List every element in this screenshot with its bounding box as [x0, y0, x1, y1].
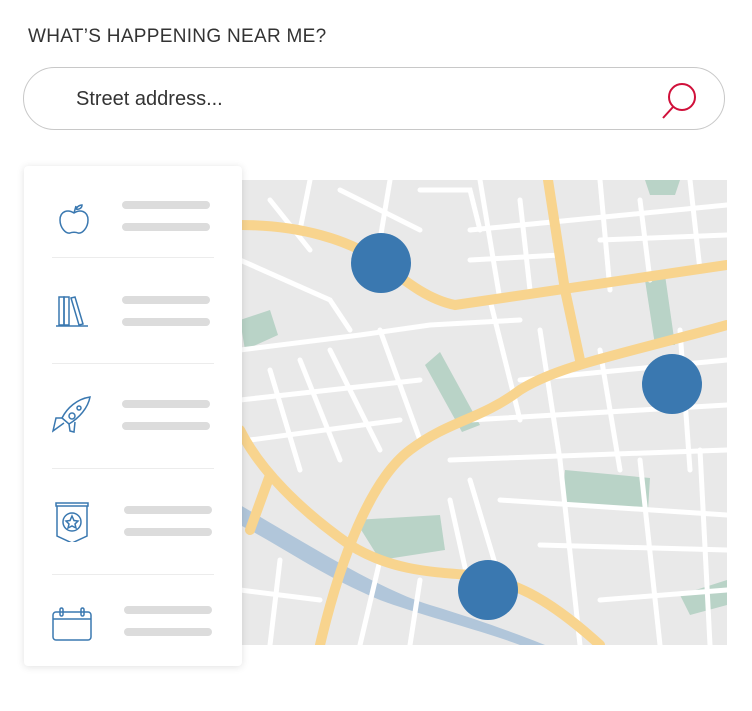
category-panel: [24, 166, 242, 666]
map-pin[interactable]: [458, 560, 518, 620]
rocket-icon: [52, 396, 91, 433]
divider: [52, 257, 214, 258]
placeholder-line: [122, 201, 210, 209]
category-item-science[interactable]: [52, 396, 214, 501]
street-address-input[interactable]: [74, 82, 638, 116]
category-item-food[interactable]: [52, 201, 214, 306]
placeholder-line: [122, 296, 210, 304]
category-item-library[interactable]: [52, 294, 214, 399]
divider: [52, 363, 214, 364]
page-title: WHAT’S HAPPENING NEAR ME?: [28, 26, 327, 47]
banner-star-icon: [55, 502, 89, 542]
search-bar: [23, 67, 725, 130]
search-button[interactable]: [658, 80, 700, 122]
placeholder-line: [122, 422, 210, 430]
placeholder-line: [124, 506, 212, 514]
map-pin[interactable]: [351, 233, 411, 293]
placeholder-line: [124, 528, 212, 536]
books-icon: [56, 296, 88, 327]
category-item-events[interactable]: [52, 502, 214, 607]
placeholder-line: [124, 628, 212, 636]
placeholder-line: [124, 606, 212, 614]
placeholder-line: [122, 318, 210, 326]
placeholder-line: [122, 223, 210, 231]
category-item-calendar[interactable]: [52, 606, 214, 711]
map[interactable]: [240, 180, 727, 645]
search-icon: [662, 83, 696, 119]
divider: [52, 468, 214, 469]
divider: [52, 574, 214, 575]
calendar-icon: [52, 607, 92, 641]
placeholder-line: [122, 400, 210, 408]
map-pin[interactable]: [642, 354, 702, 414]
apple-icon: [59, 204, 89, 234]
